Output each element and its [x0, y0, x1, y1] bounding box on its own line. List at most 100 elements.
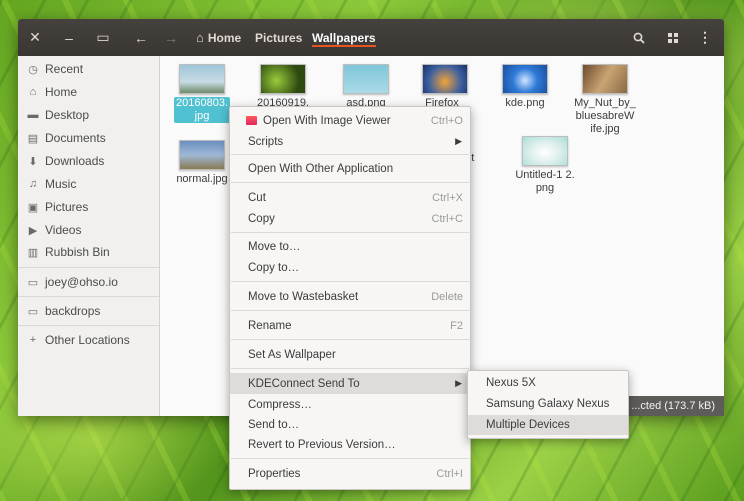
menu-item-kdeconnect-send-to[interactable]: KDEConnect Send To ▶ [230, 373, 470, 394]
breadcrumb-home[interactable]: ⌂ Home [196, 19, 241, 56]
menu-separator [231, 310, 469, 311]
menu-item-compress[interactable]: Compress… [230, 394, 470, 415]
sidebar-item-desktop[interactable]: ▬ Desktop [27, 105, 90, 125]
sidebar-item-label: Videos [45, 223, 82, 237]
submenu-item-label: Samsung Galaxy Nexus [486, 398, 610, 410]
menu-item-move-to[interactable]: Move to… [230, 236, 470, 257]
menu-item-label: Send to… [248, 418, 300, 431]
file-item[interactable]: 20160803. jpg [167, 64, 237, 123]
menu-separator [231, 281, 469, 282]
file-thumbnail [343, 64, 389, 94]
menu-item-label: Properties [248, 467, 301, 480]
menu-item-scripts[interactable]: Scripts ▶ [230, 131, 470, 152]
plus-icon: + [29, 334, 37, 346]
menu-item-label: Set As Wallpaper [248, 348, 336, 361]
back-button[interactable]: ← [126, 19, 156, 56]
sidebar-divider [18, 267, 159, 268]
sidebar-item-label: Music [45, 177, 77, 191]
file-thumbnail [422, 64, 468, 94]
sidebar-item-label: Recent [45, 62, 84, 76]
menu-item-label: Scripts [248, 135, 284, 148]
search-button[interactable] [624, 19, 654, 56]
file-thumbnail [582, 64, 628, 94]
minimize-button[interactable]: – [54, 19, 84, 56]
search-icon [633, 32, 645, 44]
sidebar-item-label: Other Locations [45, 333, 130, 347]
image-viewer-icon [246, 116, 257, 125]
home-icon: ⌂ [196, 30, 204, 45]
menu-separator [231, 458, 469, 459]
picture-icon: ▣ [27, 201, 39, 214]
sidebar-item-music[interactable]: ♫ Music [27, 174, 76, 194]
menu-item-rename[interactable]: Rename F2 [230, 315, 470, 336]
maximize-button[interactable]: ▭ [88, 19, 118, 56]
submenu-item-multiple-devices[interactable]: Multiple Devices [468, 415, 628, 435]
menu-item-label: Move to Wastebasket [248, 290, 359, 303]
file-item[interactable]: kde.png [490, 64, 560, 110]
file-name: kde.png [505, 97, 545, 109]
breadcrumb-pictures-label: Pictures [255, 30, 303, 45]
menu-item-properties[interactable]: Properties Ctrl+I [230, 463, 470, 484]
file-item[interactable]: Untitled-1 2. png [510, 136, 580, 195]
menu-item-revert-to-previous-version[interactable]: Revert to Previous Version… [230, 434, 470, 455]
menu-item-accelerator: Delete [431, 290, 463, 303]
desktop-icon: ▬ [27, 109, 39, 121]
sidebar-item-downloads[interactable]: ⬇ Downloads [27, 151, 104, 171]
sidebar-item-other-locations[interactable]: + Other Locations [27, 330, 130, 350]
minimize-icon: – [65, 29, 73, 46]
context-menu: Open With Image Viewer Ctrl+O Scripts ▶ … [229, 106, 471, 490]
menu-item-open-with-other-application[interactable]: Open With Other Application [230, 158, 470, 179]
sidebar-item-pictures[interactable]: ▣ Pictures [27, 197, 89, 217]
sidebar-divider [18, 325, 159, 326]
grid-icon [668, 32, 678, 43]
file-thumbnail [522, 136, 568, 166]
menu-item-copy-to[interactable]: Copy to… [230, 257, 470, 278]
submenu-item-samsung-galaxy-nexus[interactable]: Samsung Galaxy Nexus [468, 394, 628, 414]
kebab-menu-icon: ⋮ [698, 29, 712, 45]
file-name: Untitled-1 2. png [515, 169, 575, 194]
breadcrumb-wallpapers[interactable]: Wallpapers [312, 19, 376, 56]
sidebar-item-recent[interactable]: ◷ Recent [27, 59, 83, 79]
sidebar-item-rubbish-bin[interactable]: ▥ Rubbish Bin [27, 242, 110, 262]
menu-item-cut[interactable]: Cut Ctrl+X [230, 187, 470, 208]
sidebar-item-label: Home [45, 85, 78, 99]
menu-button[interactable]: ⋮ [690, 19, 720, 56]
menu-item-label: Open With Other Application [248, 162, 394, 175]
menu-item-label: Move to… [248, 240, 301, 253]
view-button[interactable] [658, 19, 688, 56]
sidebar-item-home[interactable]: ⌂ Home [27, 82, 77, 102]
menu-item-label: Rename [248, 319, 292, 332]
breadcrumb-pictures[interactable]: Pictures [255, 19, 302, 56]
menu-separator [231, 368, 469, 369]
download-icon: ⬇ [28, 155, 38, 168]
file-item[interactable]: normal.jpg [167, 140, 237, 186]
sidebar-item-documents[interactable]: ▤ Documents [27, 128, 106, 148]
file-item[interactable]: asd.png [331, 64, 401, 110]
file-thumbnail [179, 140, 225, 170]
sidebar-item-backdrops[interactable]: ▭ backdrops [27, 301, 101, 321]
forward-button[interactable]: → [156, 19, 186, 56]
menu-item-accelerator: Ctrl+O [430, 114, 463, 127]
menu-item-move-to-wastebasket[interactable]: Move to Wastebasket Delete [230, 286, 470, 307]
file-thumbnail [502, 64, 548, 94]
network-drive-icon: ▭ [27, 276, 39, 289]
menu-item-open-with-image-viewer[interactable]: Open With Image Viewer Ctrl+O [230, 110, 470, 131]
submenu-item-nexus-5x[interactable]: Nexus 5X [468, 373, 628, 393]
breadcrumb-wallpapers-label: Wallpapers [312, 30, 376, 45]
menu-item-send-to[interactable]: Send to… [230, 414, 470, 435]
menu-item-copy[interactable]: Copy Ctrl+C [230, 208, 470, 229]
file-item[interactable]: My_Nut_by_ bluesabreW ife.jpg [570, 64, 640, 136]
sidebar-item-label: Rubbish Bin [45, 245, 110, 259]
menu-item-accelerator: F2 [450, 319, 463, 332]
sidebar-item-label: Downloads [45, 154, 105, 168]
sidebar-item-label: Pictures [45, 200, 89, 214]
music-icon: ♫ [28, 178, 38, 190]
menu-item-label: Compress… [248, 398, 312, 411]
file-thumbnail [179, 64, 225, 94]
close-button[interactable]: ✕ [20, 19, 50, 56]
sidebar-item-videos[interactable]: ▶ Videos [27, 220, 82, 240]
menu-item-label: Revert to Previous Version… [248, 438, 396, 451]
sidebar-item-label: joey@ohso.io [45, 275, 118, 289]
menu-item-set-as-wallpaper[interactable]: Set As Wallpaper [230, 344, 470, 365]
sidebar-item-account[interactable]: ▭ joey@ohso.io [27, 272, 118, 292]
